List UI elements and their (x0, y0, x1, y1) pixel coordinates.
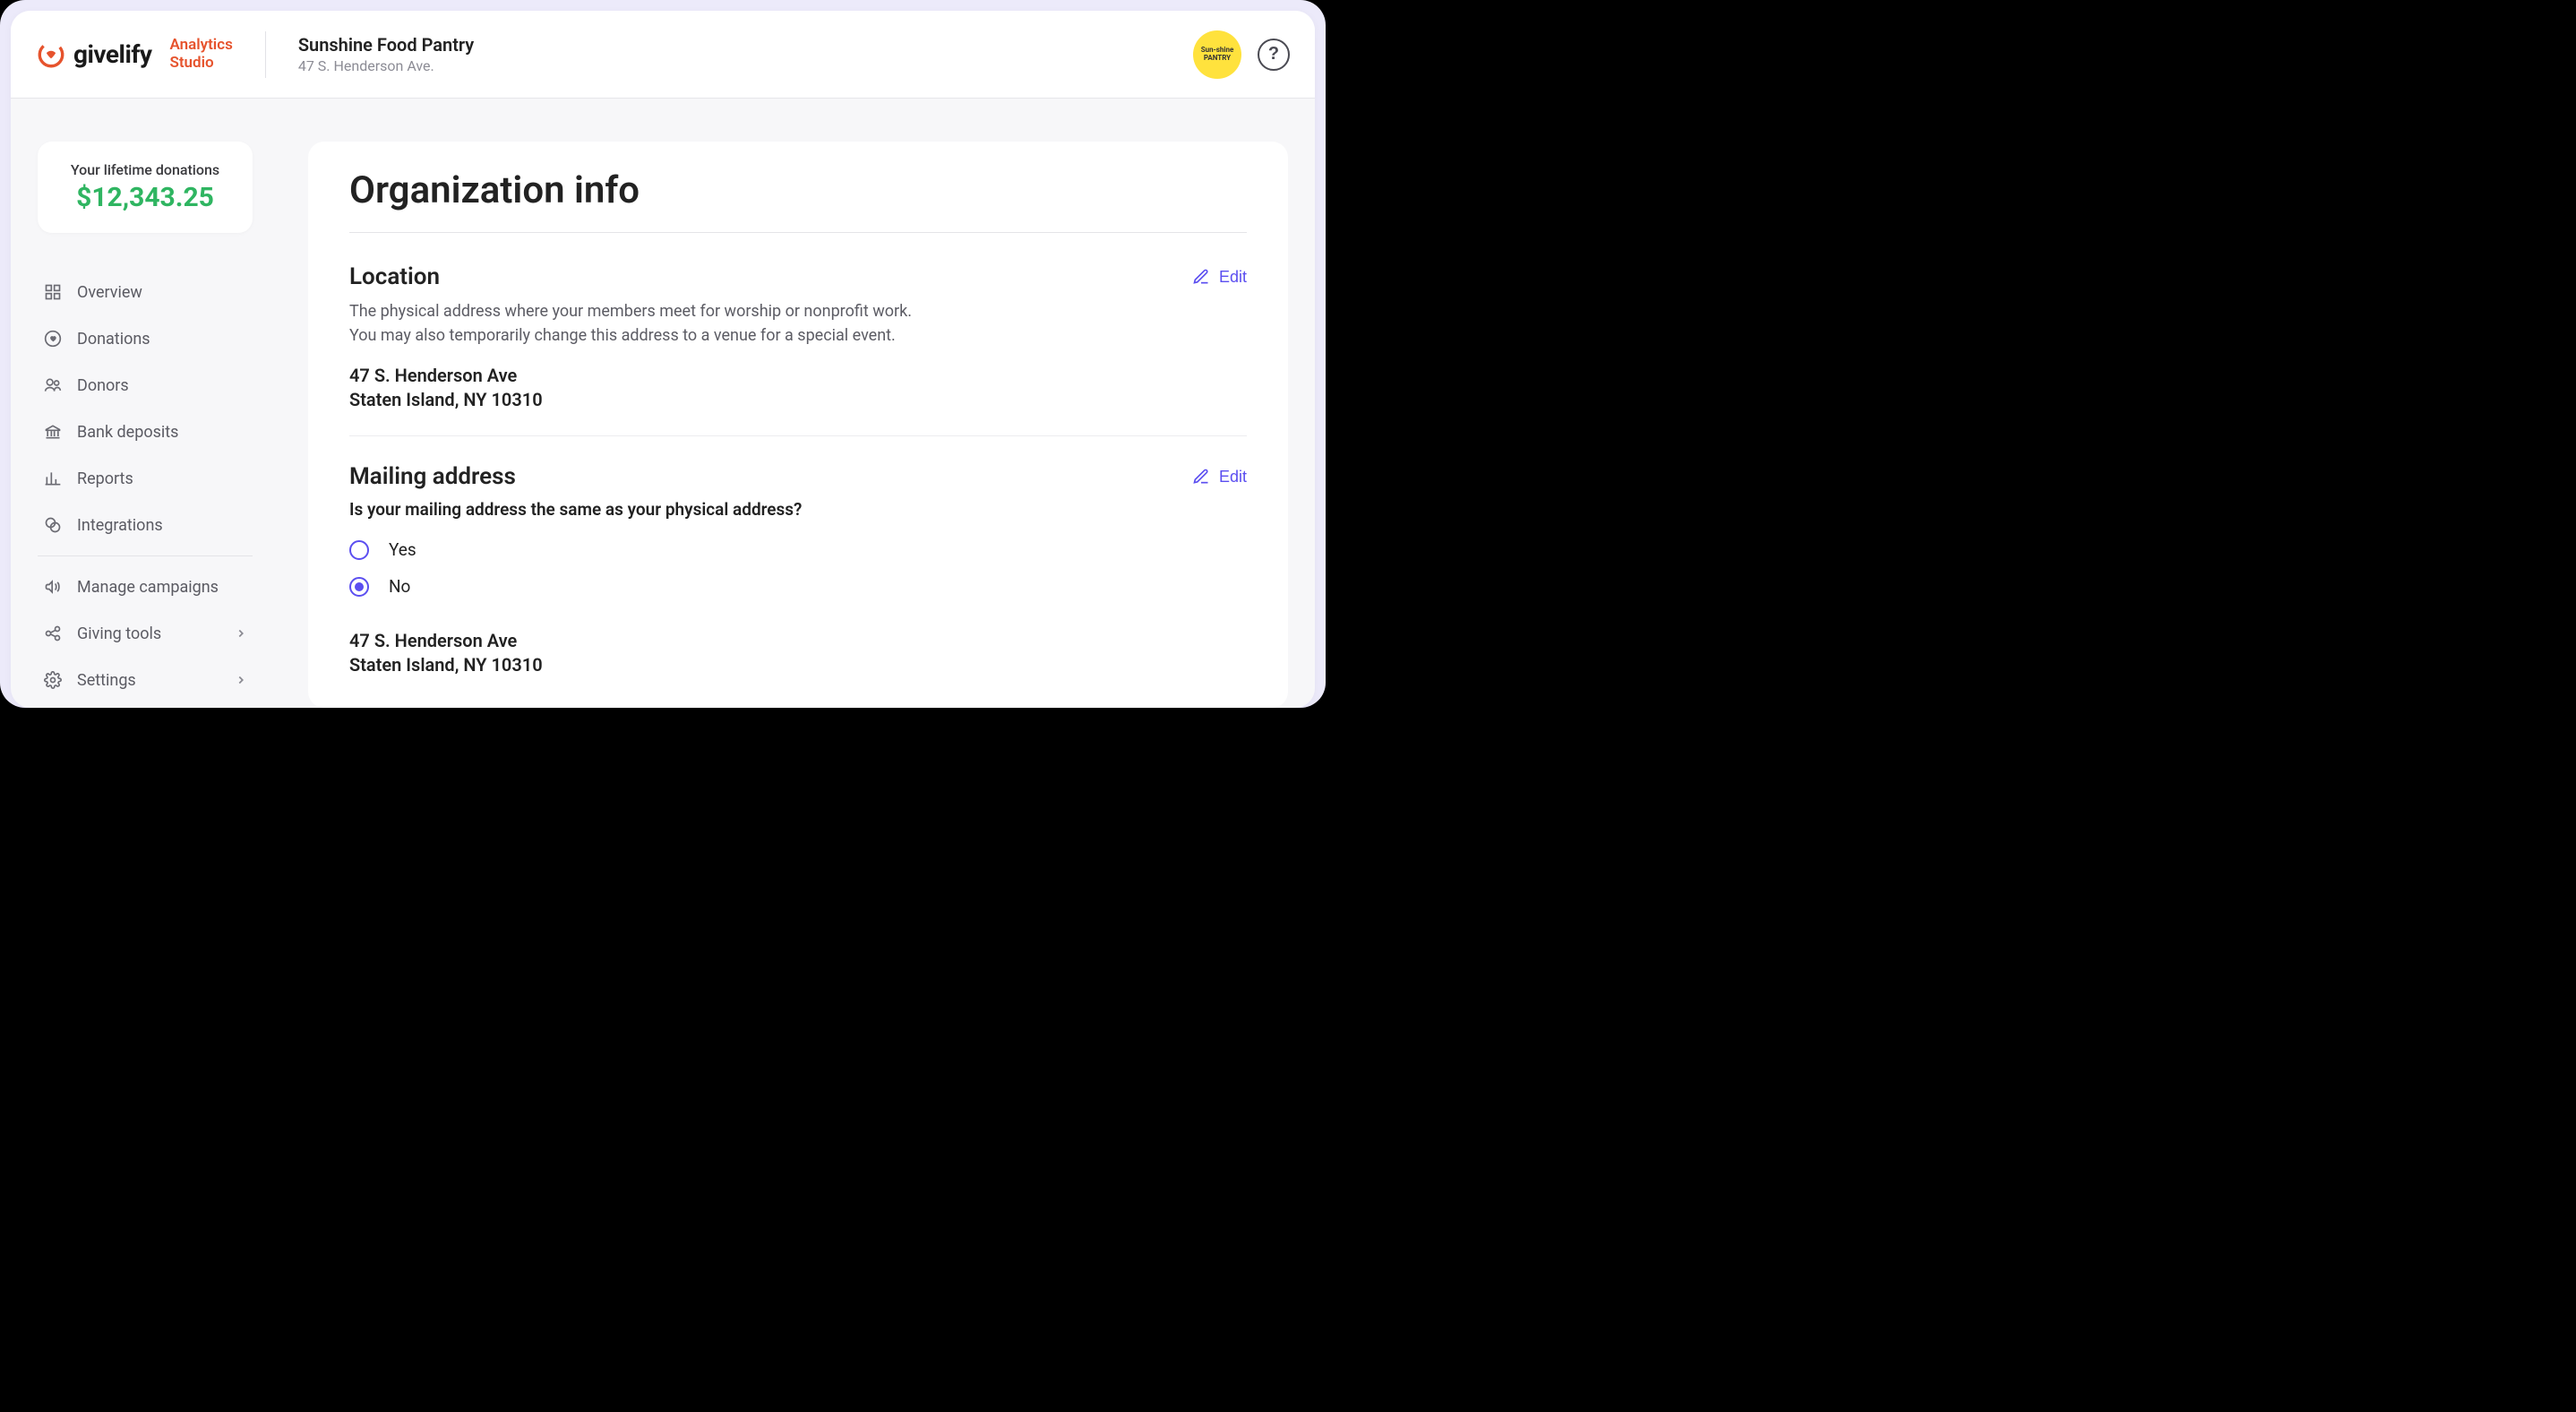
content-card: Organization info Location Edit The phys… (308, 142, 1288, 708)
mailing-heading: Mailing address (349, 463, 516, 490)
location-desc-line2: You may also temporarily change this add… (349, 326, 896, 345)
nav-label: Donors (77, 376, 129, 395)
mailing-radio-yes[interactable]: Yes (349, 539, 1247, 560)
bar-chart-icon (43, 469, 63, 488)
help-button[interactable]: ? (1258, 39, 1290, 71)
location-description: The physical address where your members … (349, 299, 1247, 348)
nav-giving-tools[interactable]: Giving tools (38, 610, 253, 657)
nav-label: Settings (77, 671, 136, 690)
users-icon (43, 375, 63, 395)
location-addr-line1: 47 S. Henderson Ave (349, 364, 1247, 388)
title-divider (349, 232, 1247, 233)
nav-label: Integrations (77, 516, 163, 535)
edit-mailing-button[interactable]: Edit (1192, 468, 1247, 486)
link-icon (43, 515, 63, 535)
bank-icon (43, 422, 63, 442)
edit-location-button[interactable]: Edit (1192, 268, 1247, 287)
share-icon (43, 624, 63, 643)
edit-label: Edit (1219, 268, 1247, 287)
org-name: Sunshine Food Pantry (298, 34, 474, 56)
header: givelify Analytics Studio Sunshine Food … (11, 11, 1315, 99)
givelify-logo-icon (36, 39, 66, 70)
avatar[interactable]: Sun-shine PANTRY (1193, 30, 1241, 79)
location-address: 47 S. Henderson Ave Staten Island, NY 10… (349, 364, 1247, 412)
chevron-right-icon (235, 674, 247, 686)
radio-icon (349, 540, 369, 560)
brand-wordmark: givelify (73, 39, 151, 69)
nav-settings[interactable]: Settings (38, 657, 253, 703)
gear-icon (43, 670, 63, 690)
brand-block: givelify Analytics Studio (36, 37, 233, 72)
lifetime-label: Your lifetime donations (54, 161, 236, 178)
location-addr-line2: Staten Island, NY 10310 (349, 388, 1247, 412)
org-block[interactable]: Sunshine Food Pantry 47 S. Henderson Ave… (298, 34, 474, 74)
nav-bank-deposits[interactable]: Bank deposits (38, 409, 253, 455)
mailing-addr-line1: 47 S. Henderson Ave (349, 629, 1247, 653)
edit-label: Edit (1219, 468, 1247, 486)
edit-icon (1192, 468, 1210, 486)
heart-circle-icon (43, 329, 63, 349)
nav-overview[interactable]: Overview (38, 269, 253, 315)
nav-divider (38, 555, 253, 556)
nav-label: Manage campaigns (77, 578, 219, 597)
location-heading: Location (349, 263, 440, 290)
nav-manage-campaigns[interactable]: Manage campaigns (38, 564, 253, 610)
section-divider (349, 435, 1247, 436)
nav-integrations[interactable]: Integrations (38, 502, 253, 548)
nav-primary: Overview Donations Donors (38, 269, 253, 548)
sidebar: Your lifetime donations $12,343.25 Overv… (11, 99, 279, 708)
lifetime-donations-card[interactable]: Your lifetime donations $12,343.25 (38, 142, 253, 233)
brand-logo[interactable]: givelify (36, 39, 151, 70)
nav-secondary: Manage campaigns Giving tools (38, 564, 253, 703)
brand-subtitle: Analytics Studio (169, 37, 232, 72)
org-address: 47 S. Henderson Ave. (298, 57, 474, 74)
mailing-addr-line2: Staten Island, NY 10310 (349, 653, 1247, 677)
brand-sub-line1: Analytics (169, 37, 232, 55)
avatar-text: Sun-shine PANTRY (1193, 47, 1241, 62)
mailing-radio-no[interactable]: No (349, 576, 1247, 597)
nav-label: Bank deposits (77, 423, 178, 442)
page-title: Organization info (349, 168, 1247, 212)
megaphone-icon (43, 577, 63, 597)
nav-label: Donations (77, 330, 150, 349)
main-panel: Organization info Location Edit The phys… (279, 99, 1315, 708)
edit-icon (1192, 268, 1210, 286)
location-desc-line1: The physical address where your members … (349, 302, 912, 321)
radio-icon-checked (349, 577, 369, 597)
header-divider (265, 31, 266, 78)
nav-donors[interactable]: Donors (38, 362, 253, 409)
radio-label-yes: Yes (389, 539, 416, 560)
nav-label: Overview (77, 283, 142, 302)
chevron-right-icon (235, 627, 247, 640)
nav-reports[interactable]: Reports (38, 455, 253, 502)
grid-icon (43, 282, 63, 302)
mailing-question: Is your mailing address the same as your… (349, 499, 1247, 520)
nav-label: Reports (77, 469, 133, 488)
brand-sub-line2: Studio (169, 55, 232, 73)
radio-label-no: No (389, 576, 410, 597)
nav-donations[interactable]: Donations (38, 315, 253, 362)
nav-label: Giving tools (77, 624, 161, 643)
lifetime-amount: $12,343.25 (54, 182, 236, 213)
mailing-address: 47 S. Henderson Ave Staten Island, NY 10… (349, 629, 1247, 677)
question-mark-icon: ? (1268, 44, 1279, 65)
